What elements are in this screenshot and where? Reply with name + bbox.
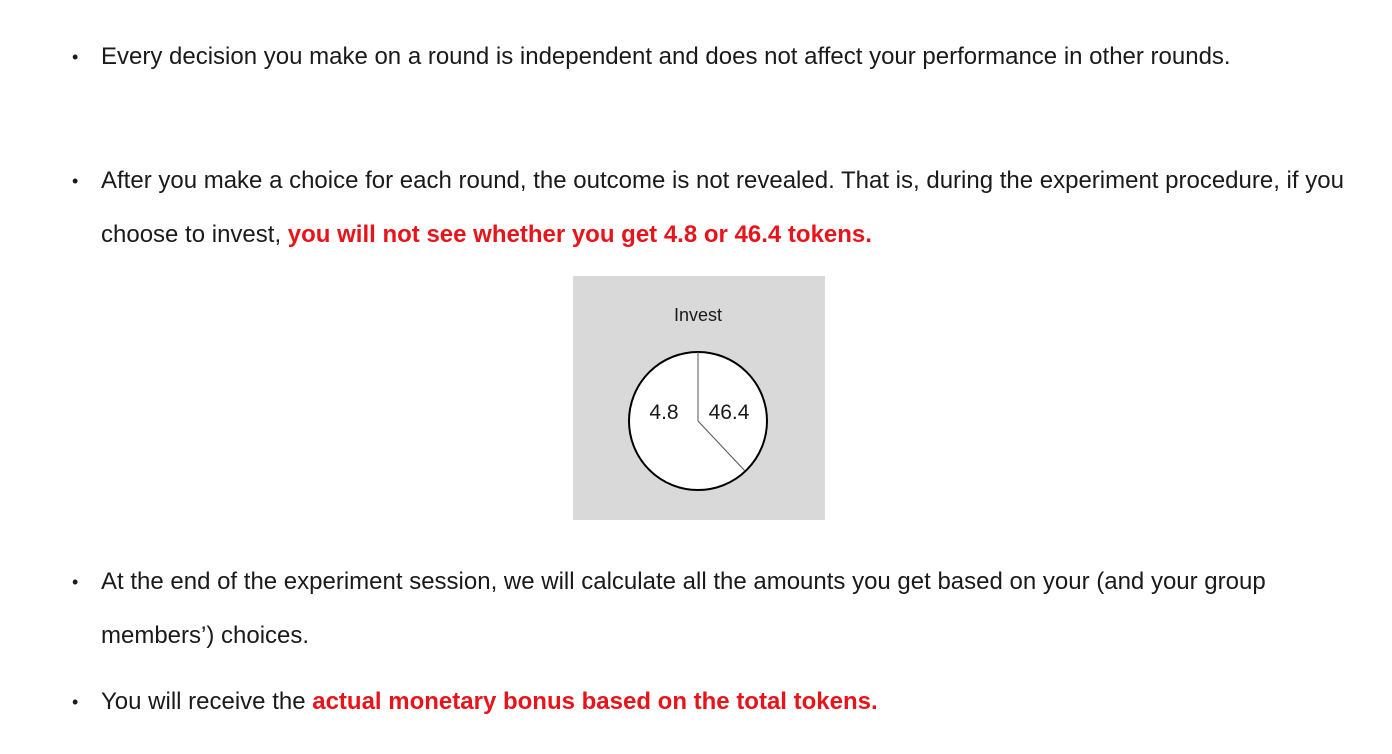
bullet-text-plain: You will receive the [101,688,313,715]
bullet-text: After you make a choice for each round, … [101,154,1372,262]
bullet-text: At the end of the experiment session, we… [101,555,1372,663]
bullet-glyph: • [72,47,79,67]
bullet-text: Every decision you make on a round is in… [101,30,1372,84]
bullet-text-emphasis: you will not see whether you get 4.8 or … [287,221,872,248]
bullet-text: You will receive the actual monetary bon… [101,675,1372,729]
bullet-glyph: • [72,171,79,191]
pie-label-high: 46.4 [709,401,750,424]
bullet-glyph: • [72,572,79,592]
bullet-item-calculation: • At the end of the experiment session, … [72,555,1372,663]
bullet-item-outcome-hidden: • After you make a choice for each round… [72,154,1372,262]
bullet-item-independence: • Every decision you make on a round is … [72,30,1372,84]
invest-lottery-figure: Invest 4.8 46.4 [573,276,825,520]
bullet-item-bonus: • You will receive the actual monetary b… [72,675,1372,729]
bullet-text-plain: Every decision you make on a round is in… [101,43,1231,70]
bullet-text-emphasis: actual monetary bonus based on the total… [312,688,878,715]
bullet-glyph: • [72,692,79,712]
invest-pie-diagram: Invest 4.8 46.4 [628,305,768,491]
bullet-text-plain: At the end of the experiment session, we… [101,568,1266,649]
figure-title: Invest [674,305,722,325]
pie-label-low: 4.8 [649,401,678,424]
